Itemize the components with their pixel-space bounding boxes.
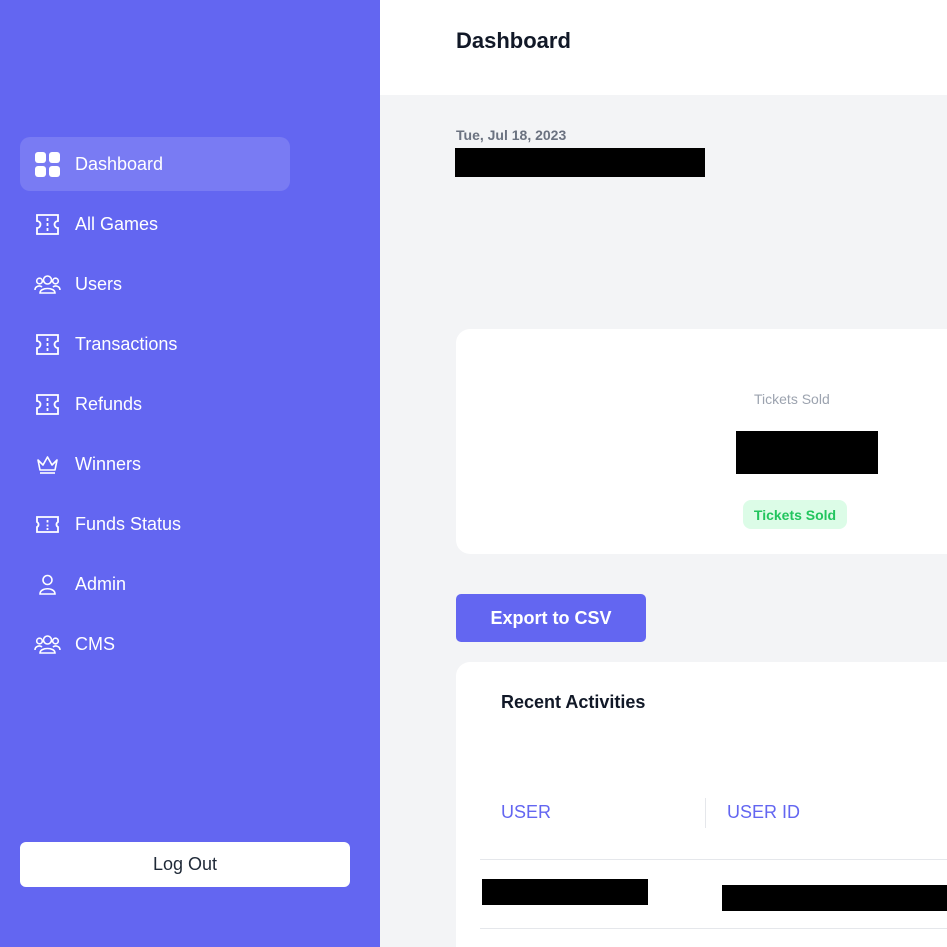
sidebar-item-users[interactable]: Users (20, 257, 290, 311)
logout-button[interactable]: Log Out (20, 842, 350, 887)
ticket-icon (34, 391, 61, 418)
sidebar-item-label: Transactions (75, 333, 178, 354)
sidebar-item-label: Winners (75, 453, 142, 474)
redacted-stat-value (736, 431, 878, 474)
column-header-user[interactable]: USER (501, 802, 551, 823)
section-title: Recent Activities (501, 692, 646, 712)
sidebar-item-label: CMS (75, 633, 115, 654)
sidebar-item-label: Refunds (75, 393, 143, 414)
row-divider (480, 928, 947, 929)
top-bar: Dashboard (380, 0, 947, 95)
column-header-user-id[interactable]: USER ID (727, 802, 800, 823)
stats-card: Tickets Sold Tickets Sold (456, 329, 947, 554)
page-title: Dashboard (456, 28, 571, 53)
users-icon (34, 271, 61, 298)
ticket-icon (34, 331, 61, 358)
status-badge: Tickets Sold (743, 500, 847, 529)
column-divider (705, 798, 706, 828)
ticket-icon (34, 211, 61, 238)
redacted-user (482, 879, 648, 905)
sidebar-item-all-games[interactable]: All Games (20, 197, 290, 251)
sidebar-item-transactions[interactable]: Transactions (20, 317, 290, 371)
sidebar-item-label: All Games (75, 213, 159, 234)
ticket-icon (34, 511, 61, 538)
sidebar-item-admin[interactable]: Admin (20, 557, 290, 611)
sidebar-item-refunds[interactable]: Refunds (20, 377, 290, 431)
sidebar-item-dashboard[interactable]: Dashboard (20, 137, 290, 191)
row-divider (480, 859, 947, 860)
user-icon (34, 571, 61, 598)
redacted-text (455, 148, 705, 177)
export-csv-button[interactable]: Export to CSV (456, 594, 646, 642)
stat-label: Tickets Sold (754, 391, 830, 407)
sidebar: Dashboard All Games Users Transactions R… (0, 0, 380, 947)
sidebar-item-winners[interactable]: Winners (20, 437, 290, 491)
recent-activities-card: Recent Activities USER USER ID (456, 662, 947, 947)
sidebar-item-cms[interactable]: CMS (20, 617, 290, 671)
sidebar-item-label: Dashboard (75, 153, 164, 174)
users-icon (34, 631, 61, 658)
current-date: Tue, Jul 18, 2023 (456, 127, 567, 143)
sidebar-item-label: Funds Status (75, 513, 182, 534)
redacted-user-id (722, 885, 947, 911)
crown-icon (34, 451, 61, 478)
sidebar-item-funds-status[interactable]: Funds Status (20, 497, 290, 551)
sidebar-item-label: Users (75, 273, 123, 294)
sidebar-item-label: Admin (75, 573, 127, 594)
grid-icon (34, 151, 61, 178)
